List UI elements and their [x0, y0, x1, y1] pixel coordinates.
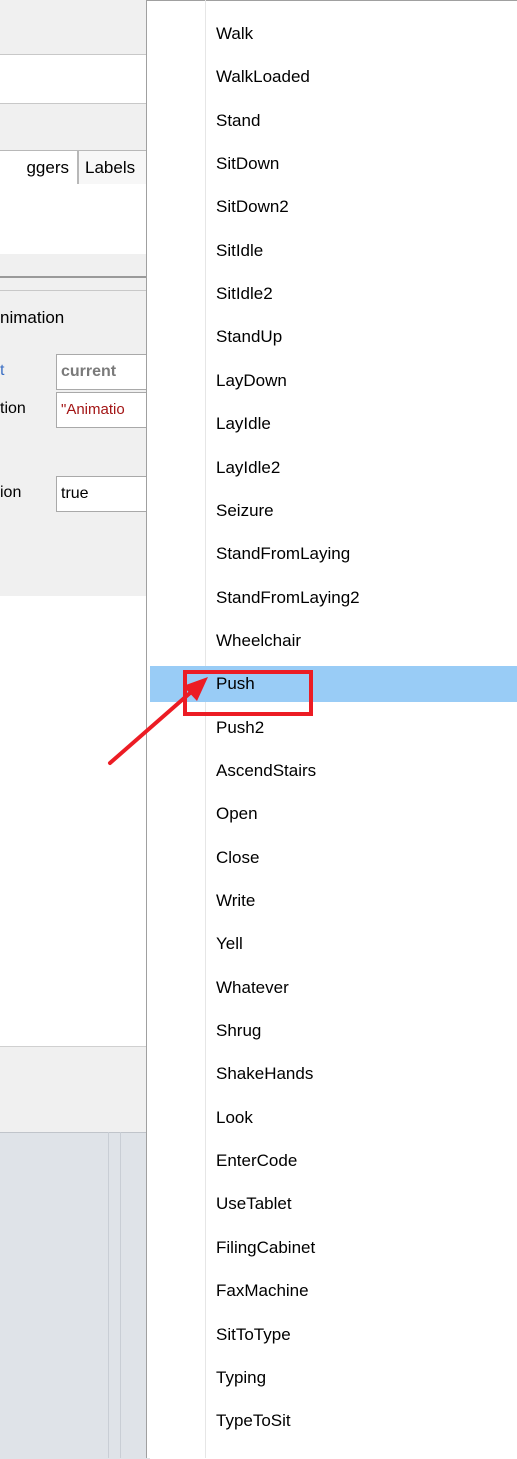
menu-item-wheelchair[interactable]: Wheelchair: [150, 623, 517, 659]
property-field[interactable]: current: [56, 354, 156, 390]
menu-item-shrug[interactable]: Shrug: [150, 1013, 517, 1049]
menu-item-look[interactable]: Look: [150, 1100, 517, 1136]
menu-item-sitidle2[interactable]: SitIdle2: [150, 276, 517, 312]
menu-item-ascendstairs[interactable]: AscendStairs: [150, 753, 517, 789]
menu-item-usetablet[interactable]: UseTablet: [150, 1186, 517, 1222]
splitter-line: [0, 276, 150, 278]
property-field[interactable]: "Animatio: [56, 392, 156, 428]
menu-item-entercode[interactable]: EnterCode: [150, 1143, 517, 1179]
menu-item-layidle2[interactable]: LayIdle2: [150, 450, 517, 486]
tab-content-area: [0, 184, 150, 255]
menu-item-whatever[interactable]: Whatever: [150, 970, 517, 1006]
tab-triggers[interactable]: ggers: [0, 150, 78, 184]
menu-item-typetosit[interactable]: TypeToSit: [150, 1403, 517, 1439]
menu-item-sitidle[interactable]: SitIdle: [150, 233, 517, 269]
menu-item-faxmachine[interactable]: FaxMachine: [150, 1273, 517, 1309]
graph-grid-line: [120, 1132, 121, 1458]
menu-item-yell[interactable]: Yell: [150, 926, 517, 962]
menu-item-seizure[interactable]: Seizure: [150, 493, 517, 529]
property-field[interactable]: true: [56, 476, 156, 512]
menu-item-walkloaded[interactable]: WalkLoaded: [150, 59, 517, 95]
background-bottom-bar: [0, 1046, 150, 1133]
menu-item-layidle[interactable]: LayIdle: [150, 406, 517, 442]
menu-item-typing[interactable]: Typing: [150, 1360, 517, 1396]
background-content-area: [0, 596, 150, 1046]
property-label: t: [0, 362, 5, 379]
panel-splitter[interactable]: [0, 254, 150, 290]
menu-item-push[interactable]: Push: [150, 666, 517, 702]
menu-item-push2[interactable]: Push2: [150, 710, 517, 746]
menu-item-standfromlaying2[interactable]: StandFromLaying2: [150, 580, 517, 616]
menu-item-close[interactable]: Close: [150, 840, 517, 876]
graph-grid-line: [108, 1132, 109, 1458]
menu-item-walk[interactable]: Walk: [150, 16, 517, 52]
menu-item-sitdown2[interactable]: SitDown2: [150, 189, 517, 225]
menu-item-open[interactable]: Open: [150, 796, 517, 832]
menu-item-standup[interactable]: StandUp: [150, 319, 517, 355]
menu-item-sittotype[interactable]: SitToType: [150, 1317, 517, 1353]
menu-item-standfromlaying[interactable]: StandFromLaying: [150, 536, 517, 572]
menu-item-stand[interactable]: Stand: [150, 103, 517, 139]
background-graph-area: [0, 1132, 150, 1459]
property-label: ion: [0, 484, 22, 501]
properties-panel: [0, 290, 150, 597]
menu-item-filingcabinet[interactable]: FilingCabinet: [150, 1230, 517, 1266]
property-label: tion: [0, 400, 26, 417]
menu-item-write[interactable]: Write: [150, 883, 517, 919]
background-text-field[interactable]: [0, 54, 150, 104]
menu-item-sitdown[interactable]: SitDown: [150, 146, 517, 182]
menu-item-laydown[interactable]: LayDown: [150, 363, 517, 399]
properties-heading: nimation: [0, 308, 65, 327]
menu-item-shakehands[interactable]: ShakeHands: [150, 1056, 517, 1092]
